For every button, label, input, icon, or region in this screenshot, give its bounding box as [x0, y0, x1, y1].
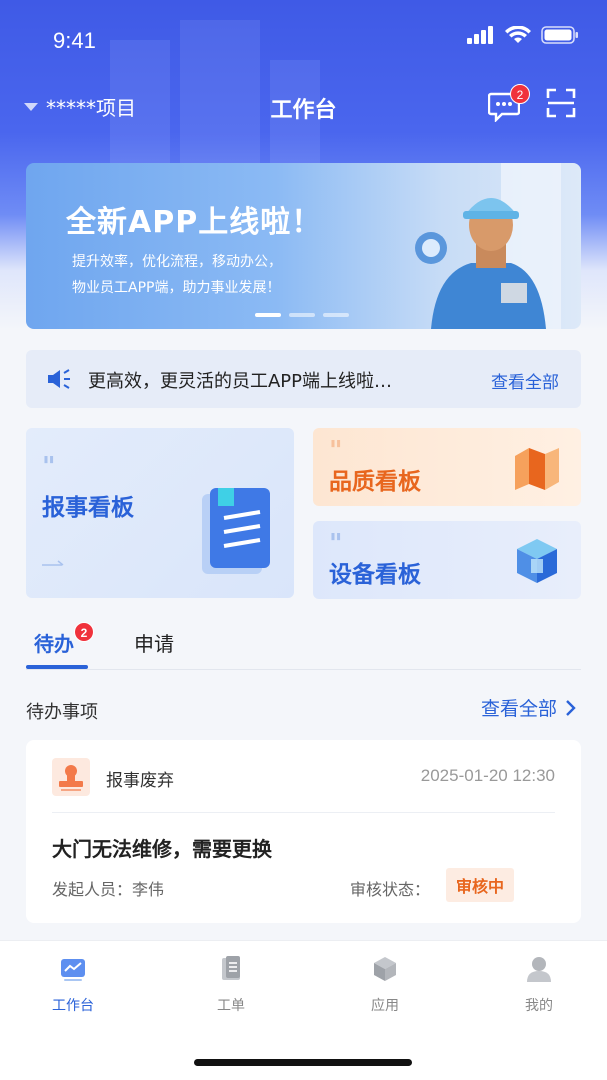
- banner-subtitle-line1: 提升效率，优化流程，移动办公，: [72, 254, 282, 270]
- worker-illustration: [415, 163, 561, 329]
- profile-icon: [527, 957, 551, 982]
- quality-board-label: 品质看板: [329, 469, 421, 495]
- task-tabs: 待办 2 申请: [26, 620, 581, 670]
- tabbar-item-apps[interactable]: 应用: [335, 955, 435, 1015]
- stamp-icon: [59, 765, 83, 791]
- tabbar-item-workbench[interactable]: 工作台: [23, 955, 123, 1015]
- notice-text: 更高效，更灵活的员工APP端上线啦…: [88, 371, 393, 392]
- tab-todo[interactable]: 待办 2: [34, 622, 94, 657]
- status-icons: [467, 26, 579, 44]
- report-board-label: 报事看板: [42, 495, 134, 521]
- dashboard-icon: [61, 959, 85, 981]
- chevron-right-icon: [566, 699, 576, 716]
- tabbar-item-profile[interactable]: 我的: [489, 955, 589, 1015]
- top-nav: *****项目 工作台 2: [0, 80, 607, 132]
- status-badge: 审核中: [446, 868, 515, 902]
- speaker-icon: [48, 369, 70, 389]
- battery-icon: [541, 26, 578, 44]
- signal-icon: [467, 26, 493, 44]
- quote-mark-icon: ": [329, 529, 343, 559]
- quality-icon: [515, 448, 559, 490]
- card-divider: [52, 812, 555, 813]
- todo-view-all-link[interactable]: 查看全部: [481, 694, 577, 721]
- home-indicator: [194, 1059, 412, 1066]
- banner-dot[interactable]: [323, 313, 349, 317]
- quote-mark-icon: ": [329, 436, 343, 466]
- todo-subject: 大门无法维修，需要更换: [52, 837, 272, 861]
- document-icon: [202, 488, 270, 574]
- todo-initiator: 发起人员：李伟: [52, 880, 165, 899]
- equipment-board-label: 设备看板: [329, 562, 421, 588]
- quote-mark-icon: ": [42, 452, 56, 482]
- scan-icon: [546, 88, 576, 118]
- banner-subtitle: 提升效率，优化流程，移动办公， 物业员工APP端，助力事业发展！: [72, 249, 282, 301]
- banner-title: 全新APP上线啦！: [66, 205, 323, 240]
- banner-dot[interactable]: [255, 313, 281, 317]
- banner-dot[interactable]: [289, 313, 315, 317]
- banner-subtitle-line2: 物业员工APP端，助力事业发展！: [72, 280, 281, 296]
- scan-button[interactable]: [546, 88, 576, 118]
- equipment-cube-icon: [517, 539, 557, 583]
- message-badge: 2: [510, 84, 530, 104]
- wifi-icon: [505, 26, 531, 43]
- todo-type-icon-wrap: [52, 758, 90, 796]
- tabbar-label: 工单: [217, 998, 245, 1014]
- active-tab-indicator: [26, 665, 88, 669]
- apps-cube-icon: [374, 957, 396, 981]
- message-button[interactable]: 2: [486, 84, 530, 124]
- promo-banner[interactable]: 全新APP上线啦！ 提升效率，优化流程，移动办公， 物业员工APP端，助力事业发…: [26, 163, 581, 329]
- todo-time: 2025-01-20 12:30: [420, 766, 555, 785]
- status-bar: 9:41: [0, 0, 607, 80]
- todo-status-label: 审核状态：: [350, 880, 431, 899]
- todo-type: 报事废弃: [106, 771, 174, 791]
- notice-view-all-link[interactable]: 查看全部: [491, 368, 559, 393]
- tab-apply[interactable]: 申请: [134, 628, 174, 657]
- arrow-right-icon: [42, 560, 64, 566]
- banner-pagination: [255, 313, 349, 317]
- tabbar-label: 我的: [525, 998, 553, 1014]
- todo-view-all-label: 查看全部: [480, 698, 557, 720]
- notice-bar[interactable]: 更高效，更灵活的员工APP端上线啦… 查看全部: [26, 350, 581, 408]
- status-time: 9:41: [53, 28, 96, 53]
- work-order-icon: [222, 956, 240, 980]
- tab-todo-label: 待办: [34, 632, 74, 656]
- tabbar-label: 应用: [371, 998, 399, 1014]
- tabbar-item-work-order[interactable]: 工单: [181, 955, 281, 1015]
- tabbar-label: 工作台: [52, 998, 94, 1014]
- todo-badge: 2: [74, 622, 94, 642]
- todo-section-title: 待办事项: [26, 702, 98, 723]
- quality-board-card[interactable]: " 品质看板: [313, 428, 581, 506]
- report-board-card[interactable]: " 报事看板: [26, 428, 294, 598]
- todo-card[interactable]: 报事废弃 2025-01-20 12:30 大门无法维修，需要更换 发起人员：李…: [26, 740, 581, 923]
- equipment-board-card[interactable]: " 设备看板: [313, 521, 581, 599]
